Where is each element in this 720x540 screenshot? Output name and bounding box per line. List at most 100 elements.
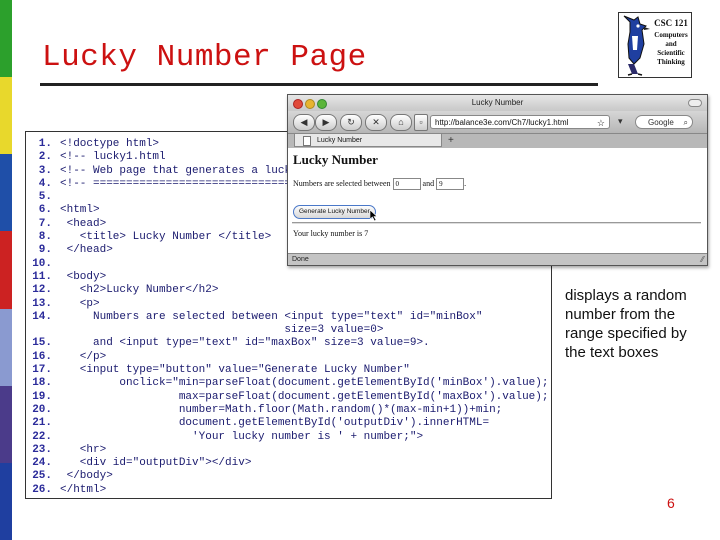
code-line: 15. and <input type="text" id="maxBox" s…	[32, 337, 548, 350]
line-text: <html>	[60, 204, 100, 217]
reload-button[interactable]: ↻	[340, 114, 362, 131]
stripe-segment-yellow	[0, 77, 12, 155]
range-row: Numbers are selected between 0 and 9.	[293, 178, 466, 190]
toolbar-toggle-icon[interactable]	[688, 99, 702, 107]
minimize-window-icon[interactable]	[305, 99, 315, 109]
line-number: 22.	[32, 430, 52, 443]
search-engine-label: Google	[648, 118, 674, 127]
line-number: 14.	[32, 310, 52, 323]
page-heading: Lucky Number	[293, 152, 378, 167]
min-box[interactable]: 0	[392, 178, 421, 190]
numbers-label: Numbers are selected between	[293, 178, 391, 188]
line-text: 'Your lucky number is ' + number;">	[60, 430, 424, 443]
line-number: 19.	[32, 390, 52, 403]
line-number: 2.	[38, 151, 52, 164]
line-text: <!doctype html>	[60, 138, 160, 150]
forward-button[interactable]: ▶	[315, 114, 337, 131]
line-text: <!-- lucky1.html	[60, 151, 166, 164]
line-number: 16.	[32, 350, 52, 363]
page-title: Lucky Number Page	[42, 40, 367, 75]
back-button[interactable]: ◀	[293, 114, 315, 131]
line-number: 23.	[32, 443, 52, 456]
mouse-cursor-icon	[370, 210, 378, 221]
line-text: </p>	[60, 350, 107, 363]
line-text: onclick="min=parseFloat(document.getElem…	[60, 377, 549, 390]
line-text: document.getElementById('outputDiv').inn…	[60, 417, 490, 430]
max-box[interactable]: 9	[436, 178, 465, 190]
line-text: </html>	[60, 483, 107, 496]
close-window-icon[interactable]	[293, 99, 303, 109]
tab-bar: Lucky Number +	[288, 134, 707, 149]
line-number: 21.	[32, 417, 52, 430]
line-number: 18.	[32, 377, 52, 390]
resize-handle-icon[interactable]: ⁄⁄	[701, 254, 704, 266]
code-line: 26. </html>	[32, 484, 548, 497]
line-number: 24.	[32, 457, 52, 470]
course-logo: CSC 121 Computers and Scientific Thinkin…	[618, 12, 692, 78]
output-div: Your lucky number is 7	[293, 229, 369, 238]
line-number: 17.	[32, 364, 52, 377]
logo-course-code: CSC 121	[654, 18, 688, 28]
bookmark-star-icon[interactable]: ☆	[597, 116, 605, 130]
stripe-segment-green	[0, 0, 12, 78]
line-number: 12.	[32, 284, 52, 297]
line-number: 8.	[38, 231, 52, 244]
browser-window: Lucky Number ◀ ▶ ↻ ✕ ⌂ ▫ http://balance3…	[287, 94, 708, 266]
bookmarks-button[interactable]: ▫	[414, 114, 428, 131]
search-icon[interactable]: ⌕	[684, 116, 688, 130]
logo-subtitle: Computers and Scientific Thinking	[654, 31, 688, 66]
line-number: 11.	[32, 270, 52, 283]
code-line: 21. document.getElementById('outputDiv')…	[32, 417, 548, 430]
status-bar: Done ⁄⁄	[288, 253, 707, 265]
browser-titlebar: Lucky Number	[288, 95, 707, 111]
line-text: <input type="button" value="Generate Luc…	[60, 364, 410, 377]
line-number: 26.	[32, 483, 52, 496]
line-number: 4.	[38, 177, 52, 190]
line-number: 1.	[38, 138, 52, 150]
code-line: 25. </body>	[32, 470, 548, 483]
code-line: 12. <h2>Lucky Number</h2>	[32, 284, 548, 297]
code-line: 20. number=Math.floor(Math.random()*(max…	[32, 404, 548, 417]
zoom-window-icon[interactable]	[317, 99, 327, 109]
page-icon	[303, 136, 311, 146]
line-text: </head>	[60, 244, 113, 257]
generate-button[interactable]: Generate Lucky Number	[293, 205, 376, 219]
url-text: http://balance3e.com/Ch7/lucky1.html	[435, 118, 569, 127]
new-tab-button[interactable]: +	[448, 134, 454, 147]
line-number: 9.	[38, 244, 52, 257]
horizontal-rule	[292, 222, 701, 224]
stripe-segment-purple	[0, 385, 12, 463]
address-bar[interactable]: http://balance3e.com/Ch7/lucky1.html ☆	[430, 115, 610, 129]
line-text: <head>	[60, 217, 107, 230]
line-text: max=parseFloat(document.getElementById('…	[60, 390, 549, 403]
line-text: <hr>	[60, 443, 107, 456]
line-number: 20.	[32, 403, 52, 416]
line-number: 6.	[38, 204, 52, 217]
search-field[interactable]: Google ⌕	[635, 115, 693, 129]
home-button[interactable]: ⌂	[390, 114, 412, 131]
window-title: Lucky Number	[471, 98, 524, 107]
line-number: 15.	[32, 337, 52, 350]
code-line: 23. <hr>	[32, 444, 548, 457]
browser-toolbar: ◀ ▶ ↻ ✕ ⌂ ▫ http://balance3e.com/Ch7/luc…	[288, 111, 707, 134]
line-text: size=3 value=0>	[60, 324, 384, 337]
code-line: size=3 value=0>	[32, 324, 548, 337]
page-menu-icon[interactable]: ▾	[618, 116, 623, 127]
stripe-segment-lavender	[0, 308, 12, 386]
code-line: 13. <p>	[32, 298, 548, 311]
line-number: 10.	[32, 257, 52, 270]
code-line: 11. <body>	[32, 271, 548, 284]
line-text: <h2>Lucky Number</h2>	[60, 284, 219, 297]
line-text: number=Math.floor(Math.random()*(max-min…	[60, 403, 503, 416]
line-text: <!-- ================================	[60, 177, 305, 190]
line-text: <body>	[60, 270, 107, 283]
stripe-segment-navy	[0, 462, 12, 540]
code-line: 19. max=parseFloat(document.getElementBy…	[32, 391, 548, 404]
line-number: 13.	[32, 297, 52, 310]
stop-button[interactable]: ✕	[365, 114, 387, 131]
title-divider	[40, 83, 598, 86]
page-content: Lucky Number Numbers are selected betwee…	[288, 148, 707, 251]
tab-lucky-number[interactable]: Lucky Number	[294, 134, 442, 147]
status-text: Done	[292, 256, 309, 263]
stripe-segment-blue	[0, 154, 12, 232]
